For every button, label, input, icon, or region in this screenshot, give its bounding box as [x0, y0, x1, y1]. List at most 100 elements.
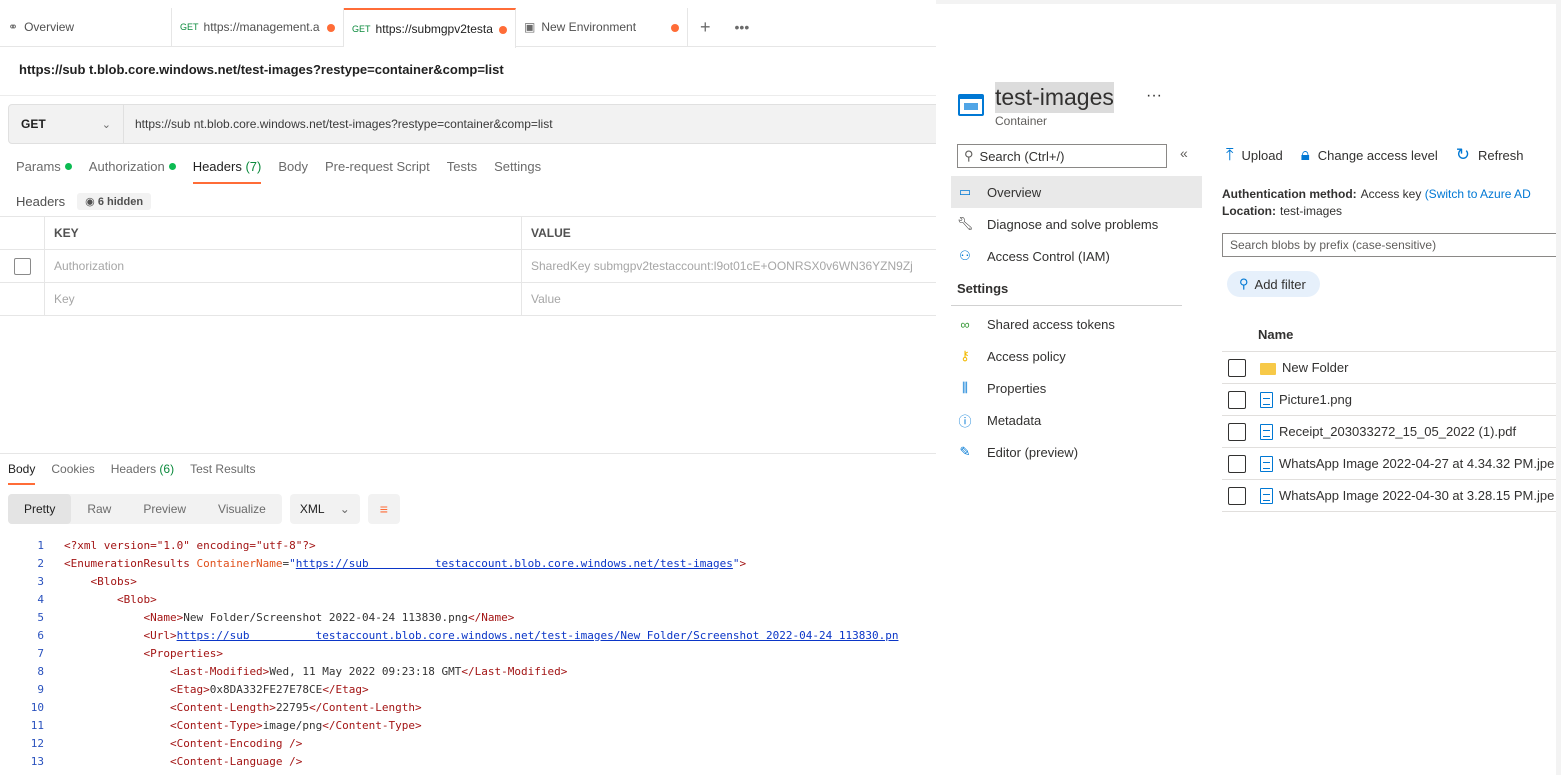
- active-dot-icon: [168, 163, 176, 170]
- hidden-headers-toggle[interactable]: ◉ 6 hidden: [77, 193, 152, 210]
- container-url-link[interactable]: https://sub testaccount.blob.core.window…: [296, 557, 733, 570]
- blob-name[interactable]: WhatsApp Image 2022-04-27 at 4.34.32 PM.…: [1279, 456, 1554, 471]
- new-tab-plus-icon[interactable]: +: [688, 17, 723, 38]
- tab-params[interactable]: Params: [16, 159, 72, 184]
- view-raw-button[interactable]: Raw: [71, 494, 127, 524]
- menu-item-metadata[interactable]: ⓘ Metadata: [951, 404, 1202, 436]
- content-type-value: image/png: [262, 718, 323, 732]
- divider: [0, 95, 936, 96]
- list-item[interactable]: WhatsApp Image 2022-04-30 at 3.28.15 PM.…: [1222, 480, 1561, 512]
- tab-response-body[interactable]: Body: [8, 462, 36, 485]
- headers-count: (7): [245, 159, 262, 174]
- menu-item-diagnose[interactable]: 🔧︎ Diagnose and solve problems: [951, 208, 1202, 240]
- more-tabs-icon[interactable]: •••: [723, 19, 762, 35]
- format-select[interactable]: XML ⌄: [289, 494, 360, 524]
- menu-item-editor[interactable]: ✎ Editor (preview): [951, 436, 1202, 468]
- headers-label: Headers: [16, 194, 66, 209]
- blob-name[interactable]: New Folder: [1282, 360, 1348, 375]
- blob-name[interactable]: WhatsApp Image 2022-04-30 at 3.28.15 PM.…: [1279, 488, 1554, 503]
- blob-url-link[interactable]: https://sub testaccount.blob.core.window…: [177, 629, 899, 642]
- header-key-input[interactable]: Authorization: [45, 250, 522, 282]
- scrollbar[interactable]: [1556, 0, 1561, 775]
- list-item[interactable]: New Folder: [1222, 352, 1561, 384]
- blob-name-value: New Folder/Screenshot 2022-04-24 113830.…: [183, 610, 469, 624]
- response-divider[interactable]: [0, 453, 936, 454]
- info-icon: ⓘ: [958, 413, 972, 429]
- tab-overview[interactable]: ⚭ Overview: [0, 7, 172, 47]
- code-line: 12 <Content-Encoding />: [30, 736, 303, 750]
- list-item[interactable]: Receipt_203033272_15_05_2022 (1).pdf: [1222, 416, 1561, 448]
- menu-item-shared-access-tokens[interactable]: ∞ Shared access tokens: [951, 308, 1202, 340]
- checkbox-cell: [0, 250, 45, 282]
- people-icon: ⚇: [959, 248, 971, 263]
- tab-headers[interactable]: Headers (7): [192, 159, 262, 184]
- tab-new-environment[interactable]: ▣ New Environment: [516, 7, 688, 47]
- refresh-button[interactable]: ↻ Refresh: [1456, 145, 1524, 165]
- new-value-input[interactable]: Value: [522, 283, 936, 315]
- tab-management-request[interactable]: GET https://management.a: [172, 7, 344, 47]
- view-pretty-button[interactable]: Pretty: [8, 494, 72, 524]
- tab-response-headers[interactable]: Headers (6): [111, 462, 174, 485]
- table-row: Key Value: [0, 283, 936, 316]
- url-input[interactable]: https://sub nt.blob.core.windows.net/tes…: [124, 104, 936, 144]
- method-select[interactable]: GET ⌄: [8, 104, 124, 144]
- headers-table: KEY VALUE Authorization SharedKey submgp…: [0, 216, 936, 316]
- tab-label: New Environment: [541, 20, 637, 34]
- change-access-level-button[interactable]: 🔒︎ Change access level: [1301, 145, 1438, 165]
- tab-submgpv2-request[interactable]: GET https://submgpv2testa: [344, 7, 516, 48]
- tab-label: Pre-request Script: [324, 159, 430, 174]
- tab-body[interactable]: Body: [278, 159, 308, 184]
- tab-cookies[interactable]: Cookies: [51, 462, 94, 485]
- menu-item-access-policy[interactable]: ⚷ Access policy: [951, 340, 1202, 372]
- menu-label: Properties: [987, 380, 1047, 396]
- row-checkbox[interactable]: [1228, 486, 1246, 505]
- unsaved-dot-icon: [499, 25, 507, 34]
- more-actions-icon[interactable]: ···: [1146, 87, 1162, 105]
- switch-to-azure-ad-link[interactable]: (Switch to Azure AD: [1425, 187, 1531, 201]
- wrap-lines-icon[interactable]: ≡: [367, 494, 400, 524]
- method-label: GET: [352, 23, 371, 34]
- blob-name[interactable]: Picture1.png: [1279, 392, 1352, 407]
- tab-label: Test Results: [190, 462, 256, 476]
- active-dot-icon: [64, 163, 72, 170]
- blob-name[interactable]: Receipt_203033272_15_05_2022 (1).pdf: [1279, 424, 1516, 439]
- tab-label: Authorization: [88, 159, 165, 174]
- view-preview-button[interactable]: Preview: [127, 494, 202, 524]
- code-line: 11 <Content-Type>image/png</Content-Type…: [30, 718, 422, 732]
- list-item[interactable]: Picture1.png: [1222, 384, 1561, 416]
- name-column-header[interactable]: Name: [1258, 327, 1293, 342]
- upload-button[interactable]: ⤒ Upload: [1226, 145, 1283, 165]
- tab-authorization[interactable]: Authorization: [89, 159, 176, 184]
- list-item[interactable]: WhatsApp Image 2022-04-27 at 4.34.32 PM.…: [1222, 448, 1561, 480]
- header-value-input[interactable]: SharedKey submgpv2testaccount:l9ot01cE+O…: [522, 250, 936, 282]
- new-key-input[interactable]: Key: [45, 283, 522, 315]
- add-filter-button[interactable]: ⚲ Add filter: [1227, 271, 1320, 297]
- row-checkbox[interactable]: [1228, 422, 1246, 441]
- tab-tests[interactable]: Tests: [447, 159, 477, 184]
- tab-label: https://submgpv2testa: [375, 21, 493, 36]
- menu-item-overview[interactable]: ▭ Overview: [951, 176, 1202, 208]
- view-visualize-button[interactable]: Visualize: [202, 494, 282, 524]
- header-enabled-checkbox[interactable]: [13, 257, 31, 275]
- tab-test-results[interactable]: Test Results: [190, 462, 255, 485]
- menu-item-iam[interactable]: ⚇ Access Control (IAM): [951, 240, 1202, 272]
- tab-prerequest-script[interactable]: Pre-request Script: [325, 159, 430, 184]
- row-checkbox[interactable]: [1228, 390, 1246, 409]
- checkbox-cell: [0, 283, 45, 315]
- blob-prefix-search-input[interactable]: Search blobs by prefix (case-sensitive): [1222, 233, 1561, 257]
- environment-icon: ▣: [524, 20, 536, 34]
- collapse-menu-icon[interactable]: «: [1180, 145, 1188, 161]
- hidden-count: 6 hidden: [97, 196, 144, 208]
- tab-label: Cookies: [51, 462, 95, 476]
- row-checkbox[interactable]: [1228, 358, 1246, 377]
- link-icon: ∞: [960, 316, 970, 332]
- resource-menu-search[interactable]: ⚲ Search (Ctrl+/): [957, 144, 1167, 168]
- tab-settings[interactable]: Settings: [494, 159, 541, 184]
- code-line: 2 <EnumerationResults ContainerName="http…: [37, 556, 747, 570]
- request-title: https://sub t.blob.core.windows.net/test…: [19, 62, 504, 77]
- menu-item-properties[interactable]: ⫼ Properties: [951, 372, 1202, 404]
- menu-label: Editor (preview): [987, 444, 1079, 460]
- row-checkbox[interactable]: [1228, 454, 1246, 473]
- blob-list-header: Name: [1222, 318, 1561, 352]
- code-line: 4 <Blob>: [37, 592, 157, 606]
